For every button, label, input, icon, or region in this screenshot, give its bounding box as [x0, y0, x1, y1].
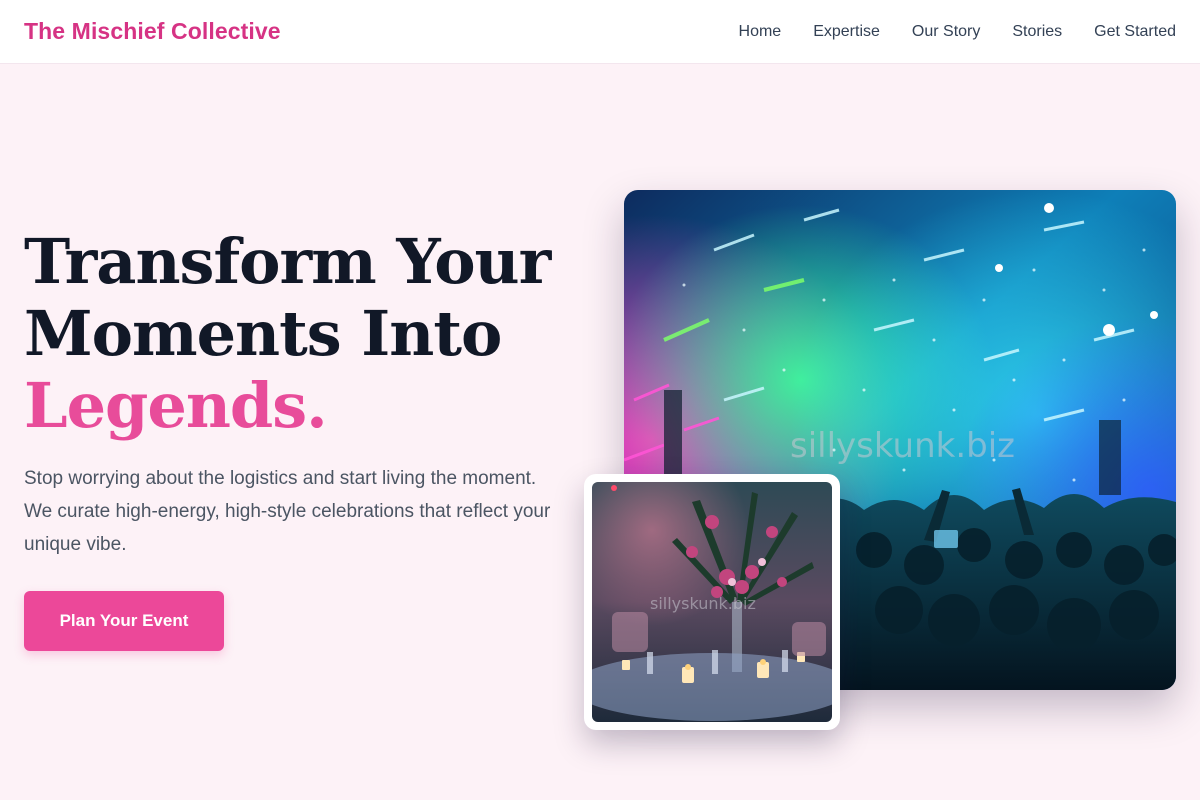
headline-line-1: Transform Your: [24, 225, 551, 298]
navbar: The Mischief Collective Home Expertise O…: [0, 0, 1200, 64]
hero-section: Transform Your Moments Into Legends. Sto…: [24, 226, 584, 651]
hero-subtext: Stop worrying about the logistics and st…: [24, 468, 551, 555]
nav-link-expertise[interactable]: Expertise: [813, 23, 880, 41]
dinner-table-image: sillyskunk.biz: [592, 482, 832, 722]
event-table-photo: [592, 482, 832, 722]
hero-headline: Transform Your Moments Into Legends.: [24, 226, 584, 442]
nav-link-stories[interactable]: Stories: [1012, 23, 1062, 41]
headline-line-2: Moments Into: [24, 297, 502, 370]
headline-accent: Legends.: [24, 369, 328, 442]
nav-link-our-story[interactable]: Our Story: [912, 23, 980, 41]
plan-event-button[interactable]: Plan Your Event: [24, 591, 224, 651]
nav-menu: Home Expertise Our Story Stories Get Sta…: [739, 23, 1176, 41]
dinner-table-photo-card: sillyskunk.biz: [584, 474, 840, 730]
nav-link-home[interactable]: Home: [739, 23, 782, 41]
nav-link-get-started[interactable]: Get Started: [1094, 23, 1176, 41]
brand-logo[interactable]: The Mischief Collective: [24, 18, 281, 45]
